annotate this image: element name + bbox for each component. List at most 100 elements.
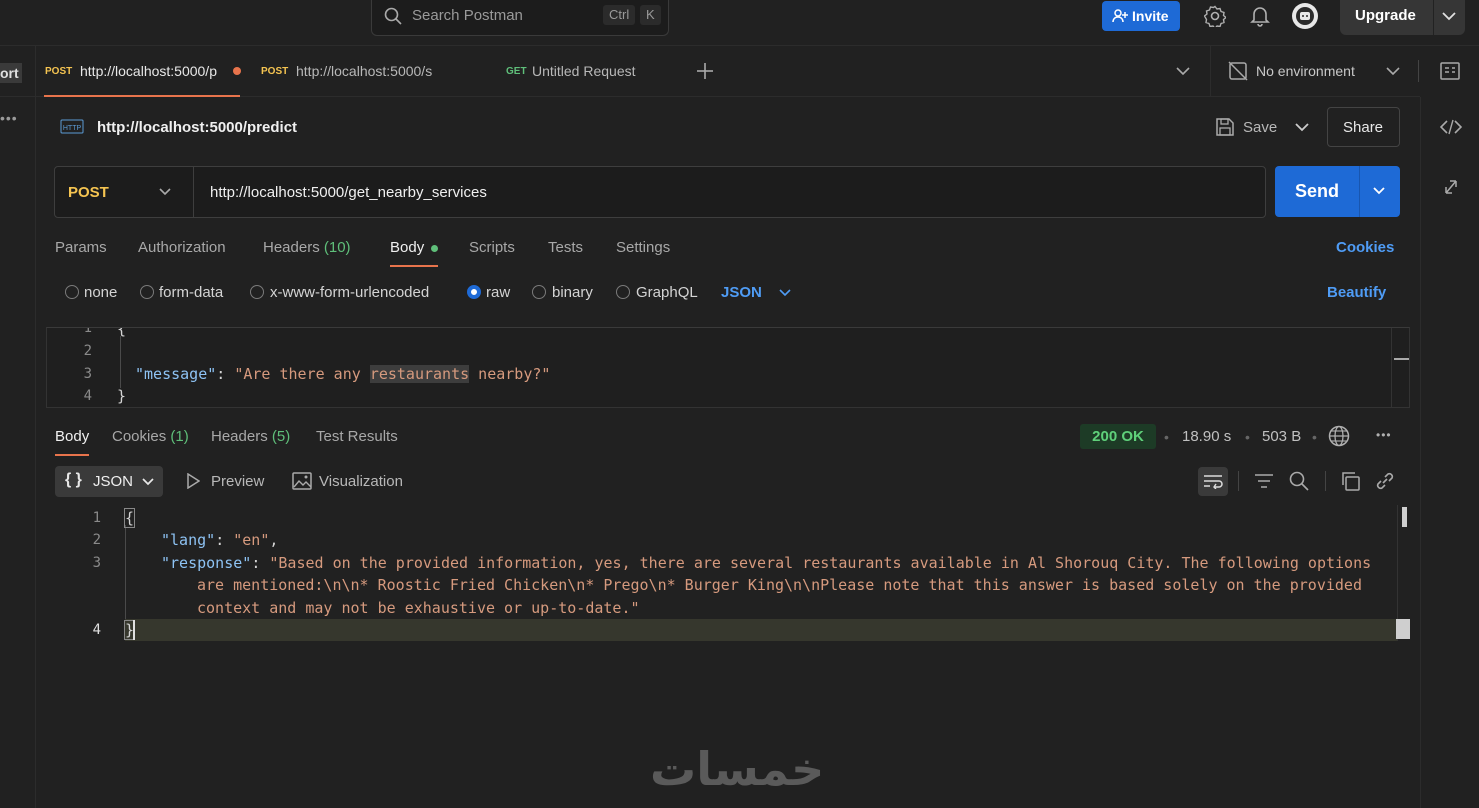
tab-headers-label: Headers <box>263 239 320 256</box>
link-icon[interactable] <box>1375 471 1395 491</box>
radio-graphql[interactable] <box>616 285 630 299</box>
radio-raw[interactable] <box>467 285 481 299</box>
tab-request-2[interactable]: POST http://localhost:5000/s <box>260 46 450 97</box>
gear-icon[interactable] <box>1204 5 1226 27</box>
tab-response-headers[interactable]: Headers (5) <box>211 428 290 445</box>
wrap-lines-button[interactable] <box>1198 467 1228 496</box>
url-input[interactable]: http://localhost:5000/get_nearby_service… <box>210 184 487 201</box>
upgrade-button[interactable]: Upgrade <box>1340 0 1465 35</box>
search-placeholder: Search Postman <box>412 7 523 24</box>
tab-response-body[interactable]: Body <box>55 428 90 456</box>
tab-scripts[interactable]: Scripts <box>469 239 515 256</box>
code-brace: { <box>123 508 136 528</box>
tab-response-cookies[interactable]: Cookies (1) <box>112 428 189 445</box>
send-label: Send <box>1295 181 1340 201</box>
radio-form-data-label: form-data <box>159 284 224 301</box>
editor-scrollbar[interactable] <box>1391 328 1409 407</box>
more-icon[interactable]: ••• <box>0 110 18 126</box>
divider <box>1238 471 1239 491</box>
separator-dot: • <box>1245 429 1250 445</box>
radio-graphql-label: GraphQL <box>636 284 698 301</box>
text-cursor <box>133 620 135 640</box>
tab-request-1[interactable]: POST http://localhost:5000/p <box>44 46 241 97</box>
headers-count: (10) <box>323 239 351 256</box>
plus-icon[interactable] <box>697 63 713 79</box>
tab-authorization[interactable]: Authorization <box>138 239 226 256</box>
visualization-button[interactable]: Visualization <box>319 473 403 490</box>
invite-button[interactable]: Invite <box>1102 1 1180 31</box>
code-brace: } <box>117 387 127 405</box>
play-icon <box>186 473 200 489</box>
scroll-thumb[interactable] <box>1402 507 1407 527</box>
code-icon[interactable] <box>1440 119 1462 135</box>
send-button[interactable]: Send <box>1275 166 1400 217</box>
preview-button[interactable]: Preview <box>211 473 264 490</box>
json-key: "lang" <box>161 531 216 549</box>
line-number: 4 <box>83 388 92 404</box>
radio-none[interactable] <box>65 285 79 299</box>
body-format-label: JSON <box>721 284 762 301</box>
chevron-down-icon[interactable] <box>779 289 791 297</box>
radio-urlencoded[interactable] <box>250 285 264 299</box>
chevron-down-icon[interactable] <box>1386 67 1400 76</box>
tab-body[interactable]: Body <box>390 239 438 267</box>
response-time[interactable]: 18.90 s <box>1182 428 1231 445</box>
radio-binary[interactable] <box>532 285 546 299</box>
beautify-button[interactable]: Beautify <box>1327 284 1386 301</box>
tab-tests[interactable]: Tests <box>548 239 583 256</box>
tab-method: POST <box>45 66 73 77</box>
cookies-link[interactable]: Cookies <box>1336 239 1394 256</box>
tab-request-3[interactable]: GET Untitled Request <box>505 46 675 97</box>
radio-raw-label: raw <box>486 284 511 301</box>
bell-icon[interactable] <box>1250 5 1270 27</box>
request-body-editor[interactable]: 1 2 3 4 { "message": "Are there any rest… <box>46 327 1410 408</box>
method-selector[interactable]: POST <box>55 167 194 217</box>
chevron-down-icon[interactable] <box>1373 187 1385 195</box>
body-format-selector[interactable]: JSON <box>721 284 762 301</box>
line-number: 3 <box>92 555 101 571</box>
tab-params[interactable]: Params <box>55 239 107 256</box>
separator-dot: • <box>1164 429 1169 445</box>
environment-selector[interactable]: No environment <box>1256 63 1355 79</box>
add-user-icon <box>1112 9 1128 23</box>
radio-urlencoded-label: x-www-form-urlencoded <box>270 284 430 301</box>
tab-settings[interactable]: Settings <box>616 239 670 256</box>
response-format-selector[interactable]: { } JSON <box>55 466 163 497</box>
tab-test-results[interactable]: Test Results <box>316 428 398 445</box>
json-colon: : <box>216 365 235 383</box>
line-number: 1 <box>92 510 101 526</box>
scroll-thumb[interactable] <box>1394 358 1409 360</box>
headers-count: (5) <box>271 428 291 445</box>
avatar[interactable] <box>1291 2 1319 30</box>
environment-quick-look-icon[interactable] <box>1440 62 1460 80</box>
chevron-down-icon[interactable] <box>1442 12 1456 21</box>
response-size[interactable]: 503 B <box>1262 428 1301 445</box>
globe-icon[interactable] <box>1328 425 1350 447</box>
related-collections-icon[interactable] <box>1443 178 1459 196</box>
response-scrollbar[interactable] <box>1396 505 1413 641</box>
divider <box>1325 471 1326 491</box>
cookies-count: (1) <box>170 428 189 445</box>
filter-icon[interactable] <box>1254 473 1274 489</box>
json-value: "Are there any <box>234 365 370 383</box>
chevron-down-icon[interactable] <box>1295 123 1309 132</box>
no-environment-icon <box>1228 61 1248 81</box>
search-bar[interactable]: Search Postman Ctrl K <box>371 0 669 36</box>
tab-headers[interactable]: Headers (10) <box>263 239 351 256</box>
request-title[interactable]: http://localhost:5000/predict <box>97 119 297 136</box>
search-icon[interactable] <box>1289 471 1309 491</box>
share-button[interactable]: Share <box>1327 107 1400 147</box>
watermark: خمسات <box>650 742 825 796</box>
chevron-down-icon[interactable] <box>1176 67 1190 76</box>
save-button[interactable]: Save <box>1243 119 1277 136</box>
tab-headers-label: Headers <box>211 428 268 445</box>
response-body-viewer[interactable]: 1 2 3 4 { "lang": "en", "response": "Bas… <box>46 505 1410 655</box>
more-options-icon[interactable]: ••• <box>1376 428 1392 442</box>
radio-form-data[interactable] <box>140 285 154 299</box>
copy-icon[interactable] <box>1340 471 1360 491</box>
status-badge[interactable]: 200 OK <box>1080 424 1156 449</box>
json-value: "Based on the provided information, yes,… <box>269 554 1372 572</box>
tab-url: http://localhost:5000/s <box>296 63 433 79</box>
wrap-icon <box>1203 473 1223 489</box>
radio-binary-label: binary <box>552 284 593 301</box>
